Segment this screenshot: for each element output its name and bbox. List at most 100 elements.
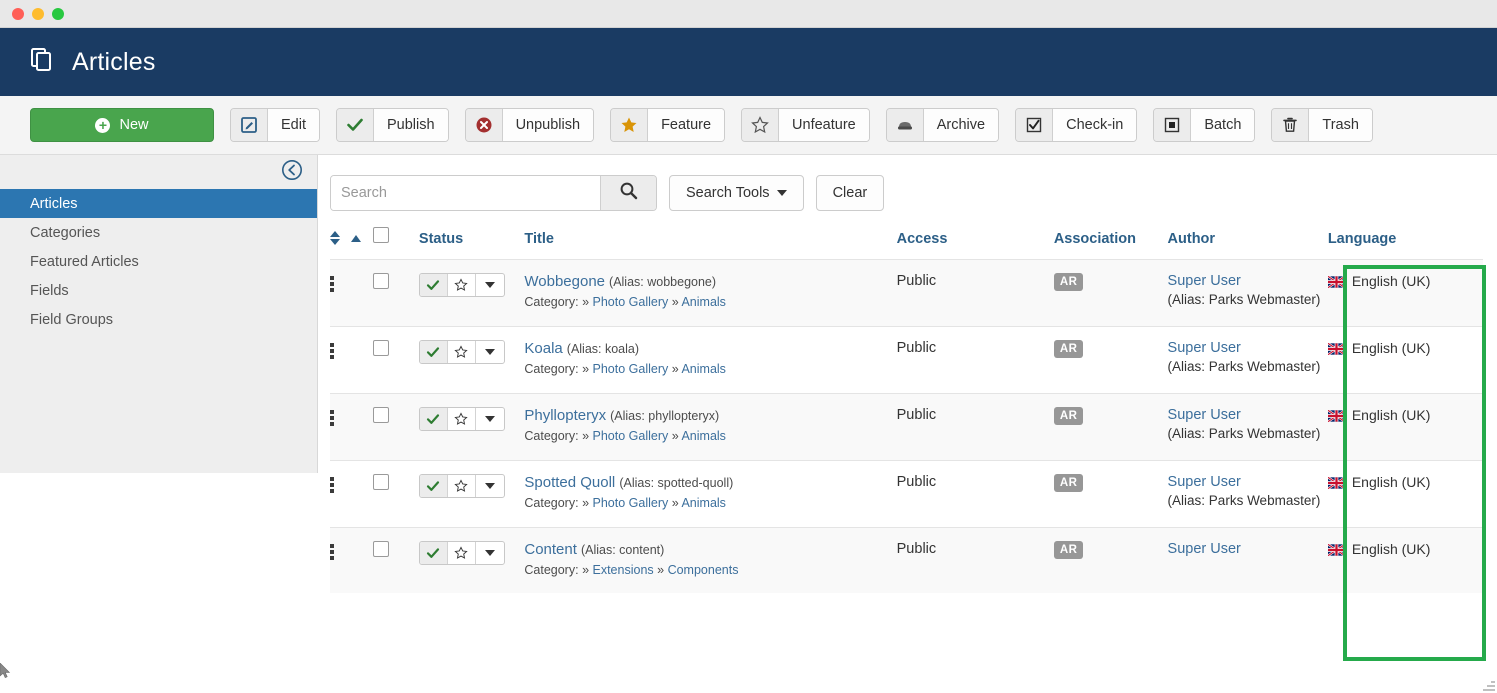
column-header-access[interactable]: Access <box>897 227 1054 260</box>
edit-button[interactable]: Edit <box>230 108 320 142</box>
window-close-button[interactable] <box>12 7 24 20</box>
uk-flag-icon <box>1327 342 1346 359</box>
feature-toggle-icon[interactable] <box>448 408 476 430</box>
category-link[interactable]: Photo Gallery <box>593 429 669 443</box>
feature-toggle-icon[interactable] <box>448 475 476 497</box>
status-dropdown-icon[interactable] <box>476 408 504 430</box>
row-author-cell: Super User (Alias: Parks Webmaster) <box>1167 393 1328 461</box>
feature-toggle-icon[interactable] <box>448 274 476 296</box>
arrow-circle-left-icon[interactable] <box>281 159 303 186</box>
column-header-association[interactable]: Association <box>1054 227 1168 260</box>
archive-button[interactable]: Archive <box>885 108 1000 142</box>
column-header-status[interactable]: Status <box>419 227 524 260</box>
clear-label: Clear <box>832 185 868 201</box>
category-link[interactable]: Animals <box>681 295 725 309</box>
clear-button[interactable]: Clear <box>815 175 885 211</box>
article-title-link[interactable]: Koala <box>524 340 562 357</box>
new-button[interactable]: + New <box>30 108 214 142</box>
author-link[interactable]: Super User <box>1168 340 1241 356</box>
category-link[interactable]: Photo Gallery <box>593 496 669 510</box>
row-language-cell: English (UK) <box>1327 259 1483 327</box>
sidebar: Articles Categories Featured Articles Fi… <box>0 155 318 473</box>
feature-toggle-icon[interactable] <box>448 542 476 564</box>
article-title-link[interactable]: Spotted Quoll <box>524 474 615 491</box>
column-header-language[interactable]: Language <box>1328 227 1483 260</box>
select-all-checkbox[interactable] <box>373 227 390 243</box>
sidebar-item-fields[interactable]: Fields <box>0 276 317 305</box>
drag-handle-icon[interactable] <box>330 343 334 359</box>
uk-flag-icon <box>1327 543 1346 560</box>
search-input[interactable] <box>331 176 600 210</box>
publish-button-label: Publish <box>374 109 448 141</box>
author-link[interactable]: Super User <box>1168 474 1241 490</box>
category-link[interactable]: Photo Gallery <box>593 362 669 376</box>
sidebar-item-featured-articles[interactable]: Featured Articles <box>0 247 317 276</box>
category-link[interactable]: Extensions <box>593 563 654 577</box>
article-title-link[interactable]: Phyllopteryx <box>524 407 606 424</box>
category-link[interactable]: Photo Gallery <box>593 295 669 309</box>
drag-handle-icon[interactable] <box>330 276 334 292</box>
published-toggle-icon[interactable] <box>419 475 448 497</box>
window-zoom-button[interactable] <box>52 7 64 20</box>
category-link[interactable]: Animals <box>681 362 725 376</box>
unpublish-button[interactable]: Unpublish <box>464 108 595 142</box>
published-toggle-icon[interactable] <box>419 408 448 430</box>
column-header-author[interactable]: Author <box>1168 227 1328 260</box>
article-title-link[interactable]: Wobbegone <box>524 273 605 290</box>
published-toggle-icon[interactable] <box>419 341 448 363</box>
language-label: English (UK) <box>1351 407 1431 423</box>
status-button-group <box>418 541 505 565</box>
author-link[interactable]: Super User <box>1168 407 1241 423</box>
mouse-cursor-icon <box>0 662 12 679</box>
sidebar-item-articles[interactable]: Articles <box>0 189 317 218</box>
author-link[interactable]: Super User <box>1168 273 1241 289</box>
checkin-button[interactable]: Check-in <box>1015 108 1138 142</box>
category-link[interactable]: Animals <box>681 429 725 443</box>
published-toggle-icon[interactable] <box>419 274 448 296</box>
association-badge[interactable]: AR <box>1053 474 1084 492</box>
published-toggle-icon[interactable] <box>419 542 448 564</box>
sort-ascending-icon[interactable] <box>351 234 361 242</box>
trash-button[interactable]: Trash <box>1271 108 1373 142</box>
sidebar-item-field-groups[interactable]: Field Groups <box>0 305 317 334</box>
association-badge[interactable]: AR <box>1053 273 1084 291</box>
article-title-link[interactable]: Content <box>524 541 577 558</box>
association-badge[interactable]: AR <box>1053 407 1084 425</box>
feature-button[interactable]: Feature <box>610 108 726 142</box>
association-badge[interactable]: AR <box>1053 541 1084 559</box>
status-dropdown-icon[interactable] <box>476 475 504 497</box>
search-submit-button[interactable] <box>600 176 656 210</box>
association-badge[interactable]: AR <box>1053 340 1084 358</box>
sidebar-item-label: Featured Articles <box>30 253 139 270</box>
row-language-cell: English (UK) <box>1327 326 1483 394</box>
row-checkbox[interactable] <box>373 474 390 490</box>
row-checkbox[interactable] <box>373 541 390 557</box>
status-dropdown-icon[interactable] <box>476 274 504 296</box>
window-minimize-button[interactable] <box>32 7 44 20</box>
table-header-row: Status Title Access Association Author L… <box>330 227 1483 260</box>
language-label: English (UK) <box>1351 273 1431 289</box>
status-dropdown-icon[interactable] <box>476 542 504 564</box>
category-link[interactable]: Animals <box>681 496 725 510</box>
feature-toggle-icon[interactable] <box>448 341 476 363</box>
sidebar-item-categories[interactable]: Categories <box>0 218 317 247</box>
author-link[interactable]: Super User <box>1168 541 1241 557</box>
window-resize-grip[interactable] <box>1481 677 1495 691</box>
edit-button-label: Edit <box>268 109 319 141</box>
status-dropdown-icon[interactable] <box>476 341 504 363</box>
row-status-cell <box>418 460 525 528</box>
batch-button[interactable]: Batch <box>1153 108 1256 142</box>
search-tools-button[interactable]: Search Tools <box>669 175 804 211</box>
column-header-title[interactable]: Title <box>524 227 896 260</box>
row-checkbox[interactable] <box>373 273 390 289</box>
drag-handle-icon[interactable] <box>330 544 334 560</box>
sort-updown-icon[interactable] <box>330 231 340 245</box>
category-link[interactable]: Components <box>668 563 739 577</box>
unfeature-button[interactable]: Unfeature <box>741 108 870 142</box>
drag-handle-icon[interactable] <box>330 410 334 426</box>
row-checkbox[interactable] <box>373 340 390 356</box>
row-checkbox[interactable] <box>373 407 390 423</box>
drag-handle-icon[interactable] <box>330 477 334 493</box>
batch-button-label: Batch <box>1191 109 1255 141</box>
publish-button[interactable]: Publish <box>336 108 449 142</box>
